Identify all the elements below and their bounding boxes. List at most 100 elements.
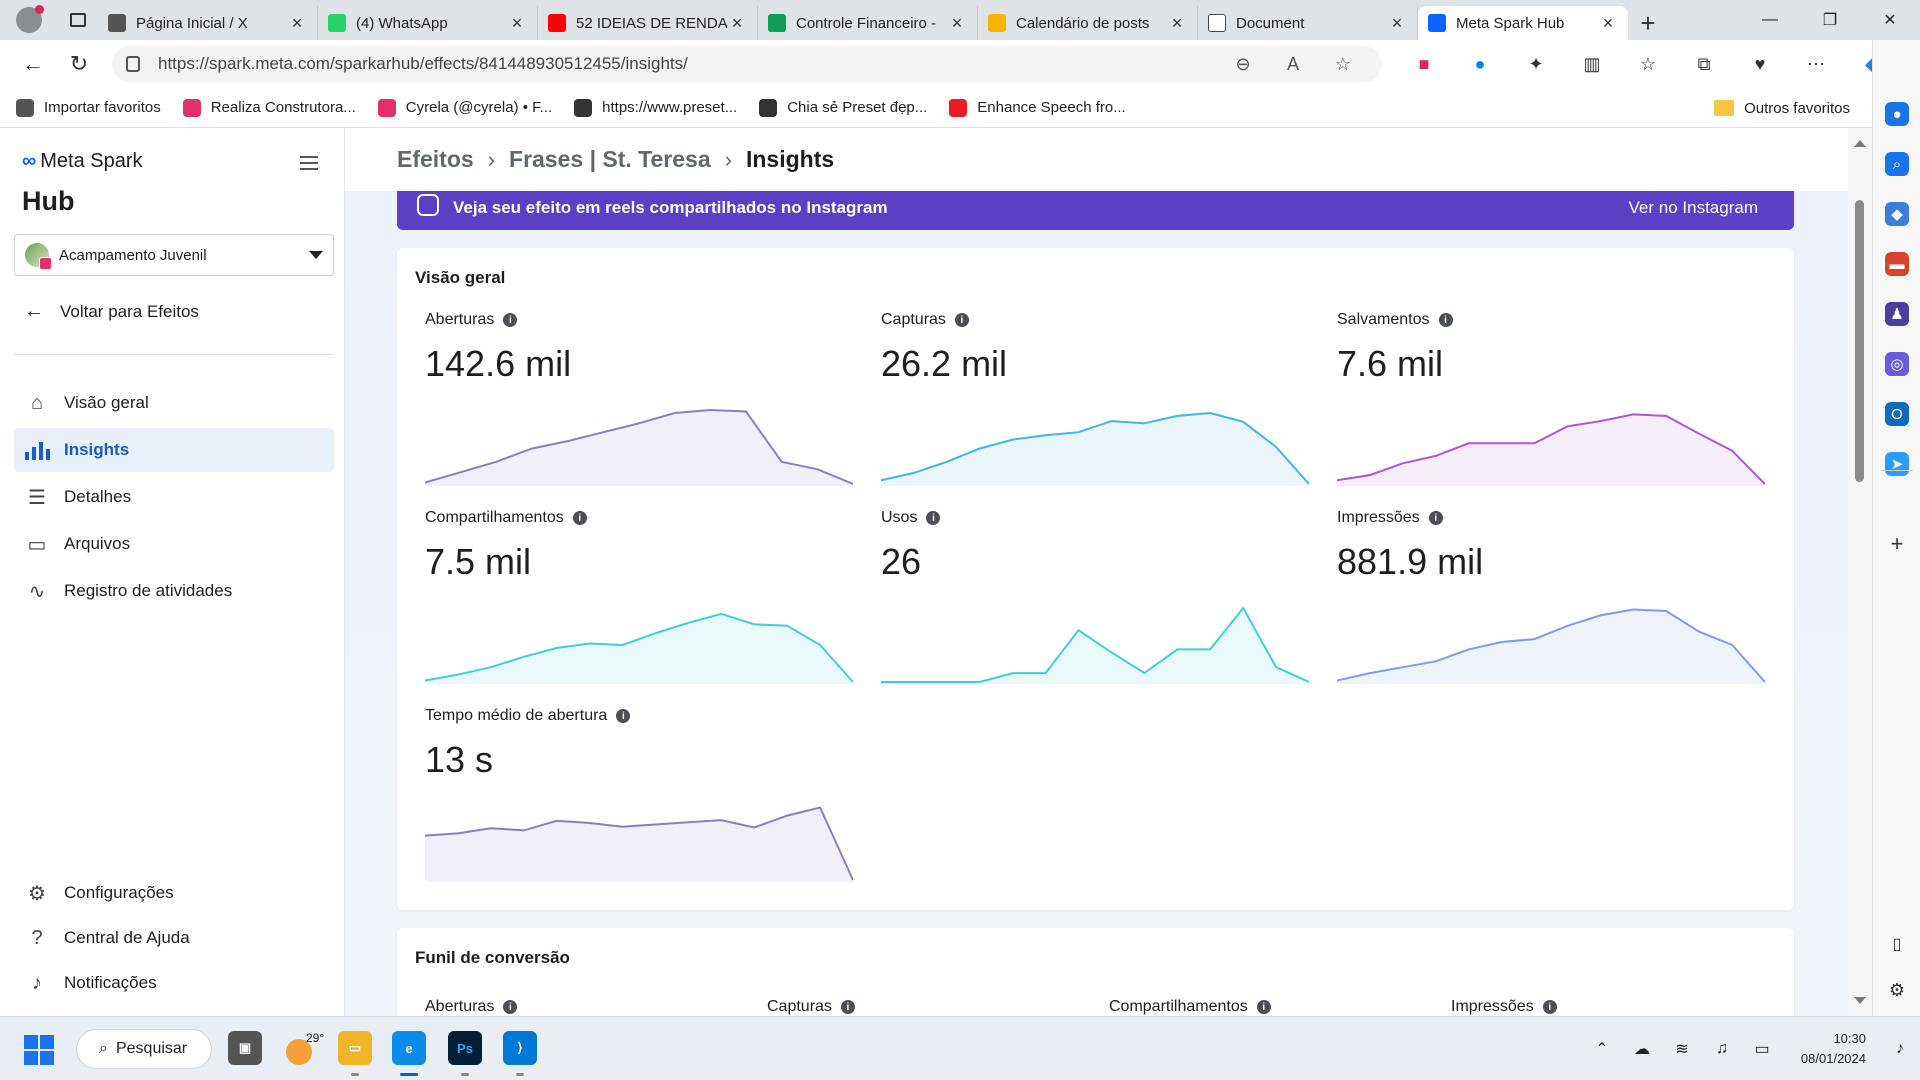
wifi-icon[interactable]: ≋ — [1662, 1039, 1702, 1059]
nav-item-configuracoes[interactable]: ⚙ Configurações — [14, 871, 334, 915]
close-tab-icon[interactable]: × — [1598, 13, 1618, 34]
taskbar-search[interactable]: ⌕ Pesquisar — [76, 1029, 212, 1069]
close-tab-icon[interactable]: × — [947, 13, 967, 34]
favorite-item[interactable]: Chia sẻ Preset đẹp... — [759, 98, 927, 117]
info-icon[interactable]: i — [1438, 313, 1453, 327]
close-tab-icon[interactable]: × — [1387, 13, 1407, 34]
profile-extension-icon[interactable]: ■ — [1396, 44, 1452, 84]
add-icon[interactable]: + — [1885, 531, 1909, 556]
browser-tab[interactable]: (4) WhatsApp × — [318, 6, 538, 40]
back-to-effects-link[interactable]: ← Voltar para Efeitos — [24, 300, 199, 323]
favorite-icon — [16, 98, 34, 117]
close-tab-icon[interactable]: × — [727, 13, 747, 34]
shazam-extension-icon[interactable]: ● — [1452, 44, 1508, 84]
favorite-item[interactable]: Enhance Speech fro... — [949, 98, 1126, 117]
info-icon[interactable]: i — [954, 313, 969, 327]
nav-item-registro[interactable]: ∿ Registro de atividades — [14, 569, 334, 613]
info-icon[interactable]: i — [572, 511, 587, 525]
breadcrumb-efeitos[interactable]: Efeitos — [397, 146, 474, 173]
battery-icon[interactable]: ▭ — [1742, 1039, 1782, 1059]
favorite-item[interactable]: Importar favoritos — [16, 98, 161, 117]
favorite-icon — [377, 98, 396, 117]
favorites-icon[interactable]: ☆ — [1620, 44, 1676, 84]
info-icon[interactable]: i — [503, 313, 518, 327]
refresh-button[interactable]: ↻ — [56, 44, 102, 84]
account-selector[interactable]: Acampamento Juvenil — [14, 234, 334, 276]
more-menu-icon[interactable]: ⋯ — [1788, 44, 1844, 84]
task-view-icon[interactable]: ▣ — [228, 1031, 262, 1065]
favorite-item[interactable]: Cyrela (@cyrela) • F... — [377, 98, 552, 117]
close-tab-icon[interactable]: × — [507, 13, 527, 34]
scroll-thumb[interactable] — [1855, 200, 1864, 482]
scroll-down-icon[interactable] — [1854, 997, 1866, 1004]
settings-gear-icon[interactable]: ⚙ — [1885, 978, 1909, 1002]
meta-spark-logo[interactable]: ∞ Meta Spark — [22, 150, 143, 173]
tab-actions-button[interactable] — [58, 0, 98, 40]
tools-icon[interactable]: ▬ — [1885, 252, 1909, 276]
info-icon[interactable]: i — [1428, 511, 1443, 525]
nav-item-notificacoes[interactable]: ♪ Notificações — [14, 961, 334, 1005]
close-tab-icon[interactable]: × — [1167, 13, 1187, 34]
info-icon[interactable]: i — [503, 1000, 518, 1014]
browser-tab[interactable]: Página Inicial / X × — [98, 6, 318, 40]
notification-bell-icon[interactable]: ♪ — [1880, 1040, 1920, 1058]
browser-tab[interactable]: Calendário de posts × — [978, 6, 1198, 40]
hamburger-menu-icon[interactable] — [300, 156, 318, 170]
nav-item-visao-geral[interactable]: ⌂ Visão geral — [14, 381, 334, 425]
caret-down-icon — [309, 251, 323, 259]
profile-button[interactable] — [0, 0, 58, 40]
notifications-icon[interactable]: ● — [1885, 102, 1909, 126]
games-icon[interactable]: ♟ — [1885, 302, 1909, 326]
back-button[interactable]: ← — [10, 44, 56, 84]
address-bar[interactable]: https://spark.meta.com/sparkarhub/effect… — [112, 46, 1382, 82]
edge-browser-icon[interactable]: e — [392, 1031, 426, 1065]
clock[interactable]: 10:30 08/01/2024 — [1782, 1029, 1866, 1069]
file-explorer-icon[interactable]: ▭ — [338, 1031, 372, 1065]
search-icon[interactable]: ⌕ — [1885, 152, 1909, 176]
outlook-icon[interactable]: O — [1885, 402, 1909, 426]
extensions-icon[interactable]: ✦ — [1508, 44, 1564, 84]
view-on-instagram-link[interactable]: Ver no Instagram — [1629, 198, 1758, 218]
page-scrollbar[interactable] — [1848, 128, 1872, 1016]
nav-item-central-ajuda[interactable]: ? Central de Ajuda — [14, 916, 334, 960]
info-icon[interactable]: i — [840, 1000, 855, 1014]
favorite-item[interactable]: https://www.preset... — [574, 98, 737, 117]
read-aloud-icon[interactable]: A — [1268, 54, 1318, 75]
address-url[interactable]: https://spark.meta.com/sparkarhub/effect… — [158, 54, 1218, 74]
shopping-tag-icon[interactable]: ◆ — [1885, 202, 1909, 226]
windows-start-icon[interactable] — [24, 1035, 54, 1065]
favorite-star-icon[interactable]: ☆ — [1318, 54, 1368, 75]
info-icon[interactable]: i — [926, 511, 941, 525]
scroll-up-icon[interactable] — [1854, 140, 1866, 147]
info-icon[interactable]: i — [1542, 1000, 1557, 1014]
browser-tab[interactable]: Meta Spark Hub × — [1418, 6, 1628, 40]
photoshop-icon[interactable]: Ps — [448, 1031, 482, 1065]
zoom-icon[interactable]: ⊖ — [1218, 54, 1268, 75]
breadcrumb-effect[interactable]: Frases | St. Teresa — [509, 146, 711, 173]
split-screen-icon[interactable]: ▥ — [1564, 44, 1620, 84]
nav-item-insights[interactable]: Insights — [14, 428, 334, 472]
microsoft365-icon[interactable]: ◎ — [1885, 352, 1909, 376]
info-icon[interactable]: i — [1256, 1000, 1271, 1014]
new-tab-button[interactable]: + — [1628, 6, 1668, 40]
collections-icon[interactable]: ⧉ — [1676, 44, 1732, 84]
close-window-button[interactable]: ✕ — [1860, 0, 1920, 40]
minimize-button[interactable]: — — [1740, 0, 1800, 40]
send-icon[interactable]: ➤ — [1885, 452, 1909, 476]
nav-item-arquivos[interactable]: ▭ Arquivos — [14, 522, 334, 566]
restore-button[interactable]: ❐ — [1800, 0, 1860, 40]
sidebar-toggle-icon[interactable]: ▯ — [1885, 932, 1909, 956]
other-favorites[interactable]: Outros favoritos — [1714, 88, 1850, 128]
cloud-offline-icon[interactable]: ☁ — [1622, 1039, 1662, 1059]
favorite-item[interactable]: Realiza Construtora... — [182, 98, 356, 117]
browser-tab[interactable]: Controle Financeiro - × — [758, 6, 978, 40]
browser-tab[interactable]: Document × — [1198, 6, 1418, 40]
chevron-up-icon[interactable]: ⌃ — [1582, 1039, 1622, 1059]
volume-icon[interactable]: ♫ — [1702, 1040, 1742, 1058]
vscode-icon[interactable]: ⟩ — [503, 1031, 537, 1065]
close-tab-icon[interactable]: × — [287, 13, 307, 34]
nav-item-detalhes[interactable]: ☰ Detalhes — [14, 475, 334, 519]
browser-tab[interactable]: 52 IDEIAS DE RENDA × — [538, 6, 758, 40]
browser-essentials-icon[interactable]: ♥ — [1732, 44, 1788, 84]
info-icon[interactable]: i — [616, 709, 631, 723]
